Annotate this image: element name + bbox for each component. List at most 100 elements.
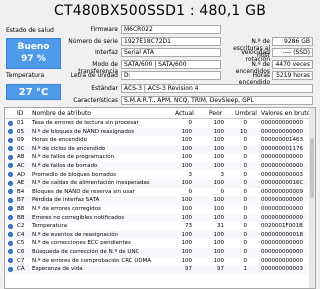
cell-raw-value: 000000000018	[261, 231, 303, 238]
cell-threshold: 10	[240, 128, 247, 135]
firmware-value: M6CR022	[121, 25, 221, 34]
features-label: Características	[73, 97, 118, 104]
table-row[interactable]: BB Errores no corregibles notificados 100 1…	[5, 213, 315, 223]
cell-threshold: 1	[243, 266, 248, 273]
table-row[interactable]: 09 Horas de encendido 100 100 0 000000001463	[5, 136, 315, 145]
cell-current: 100	[181, 128, 193, 135]
cell-raw-value: 000000000000	[261, 205, 303, 212]
cell-threshold: 0	[243, 214, 248, 221]
cell-current: 100	[181, 137, 193, 144]
health-status: Bueno	[17, 42, 50, 52]
serial-label: Número de serie	[68, 38, 118, 45]
cell-current: 100	[181, 214, 193, 221]
table-row[interactable]: C2 Temperatura 73 31 0 0020001F001B	[5, 222, 315, 231]
cell-worst: 100	[213, 197, 225, 204]
table-row[interactable]: C7 N.º de errores de comprobación CRC UDM…	[5, 257, 315, 266]
cell-id: B7	[17, 197, 25, 204]
cell-current: 100	[181, 257, 193, 264]
cell-threshold: 0	[243, 240, 248, 247]
table-row[interactable]: C5 N.º de correcciones ECC pendientes 100 1…	[5, 239, 315, 248]
cell-current: 97	[185, 266, 192, 273]
table-row[interactable]: AB N.º de fallos de programación 100 100 0 00…	[5, 153, 315, 162]
cell-worst: 100	[213, 162, 225, 169]
cell-current: 100	[181, 154, 193, 161]
serial-value: 1927E18C72D1	[121, 37, 221, 46]
cell-attribute-name: Promedio de bloques borrados	[32, 171, 116, 178]
cell-raw-value: 000000000000	[261, 248, 303, 255]
scrollbar-thumb[interactable]	[310, 138, 314, 198]
cell-worst: 97	[217, 266, 224, 273]
table-row[interactable]: C6 Búsqueda de corrección de N.º de UNC 10…	[5, 247, 315, 257]
cell-attribute-name: Bloques de NAND de reserva sin usar	[32, 188, 135, 195]
health-label: Estado de salud	[6, 27, 54, 34]
column-header-worst[interactable]: Peor	[209, 110, 222, 117]
cell-threshold: 0	[243, 137, 248, 144]
cell-current: 100	[181, 162, 193, 169]
cell-current: 100	[181, 197, 193, 204]
cell-id: AB	[17, 154, 25, 161]
column-header-id[interactable]: ID	[17, 110, 23, 117]
health-status-box[interactable]: Bueno 97 %	[6, 38, 61, 69]
cell-attribute-name: Tasa de errores de lectura sin procesar	[32, 120, 139, 126]
status-dot-icon	[8, 137, 13, 143]
cell-threshold: 0	[243, 162, 248, 169]
status-dot-icon	[8, 266, 13, 272]
status-dot-icon	[8, 120, 13, 126]
cell-id: C5	[17, 240, 25, 247]
table-row[interactable]: AC N.º de fallos de borrado 100 100 0 0000000…	[5, 161, 315, 171]
table-row[interactable]: 0C N.º de ciclos de encendido 100 100 0 00000…	[5, 144, 315, 154]
table-row[interactable]: B4 Bloques de NAND de reserva sin usar 0 0 0…	[5, 188, 315, 197]
rotation-value: ---- (SSD)	[272, 48, 313, 57]
cell-raw-value: 000000000003	[261, 266, 303, 273]
table-row[interactable]: AD Promedio de bloques borrados 3 3 0 0000000…	[5, 171, 315, 180]
cell-worst: 100	[213, 137, 225, 144]
cell-threshold: 0	[243, 171, 248, 178]
table-row[interactable]: B8 N.º de errores corregidos 100 100 0 000000…	[5, 205, 315, 214]
column-header-current[interactable]: Actual	[175, 110, 194, 117]
smart-table[interactable]: ID Nombre de atributo Actual Peor Umbral…	[4, 107, 316, 289]
table-row[interactable]: 05 N.º de bloques de NAND reasignados 100 1…	[5, 127, 315, 137]
cell-worst: 100	[213, 240, 225, 247]
column-header-name[interactable]: Nombre de atributo	[32, 110, 91, 117]
cell-raw-value: 000000000000	[261, 128, 303, 135]
table-scrollbar[interactable]	[309, 108, 315, 288]
cell-id: C4	[17, 231, 25, 238]
cell-worst: 100	[213, 214, 225, 221]
table-row[interactable]: AE N.º de caídas de alimentación inespera…	[5, 179, 315, 188]
cell-attribute-name: N.º de fallos de programación	[32, 154, 115, 161]
cell-threshold: 0	[243, 188, 248, 195]
cell-worst: 100	[213, 231, 225, 238]
standard-label: Estándar	[91, 85, 118, 92]
cell-id: 01	[17, 120, 24, 126]
cell-raw-value: 000000000000	[261, 197, 303, 204]
cell-attribute-name: N.º de fallos de borrado	[32, 162, 98, 169]
cell-attribute-name: N.º de caídas de alimentación inesperada…	[32, 180, 150, 187]
table-row[interactable]: CA Esperanza de vida 97 97 1 000000000003	[5, 265, 315, 274]
cell-threshold: 0	[243, 231, 248, 238]
status-dot-icon	[8, 258, 13, 263]
column-header-threshold[interactable]: Umbral	[235, 110, 257, 117]
drive-letter-value: D:	[121, 71, 221, 80]
table-row[interactable]: B7 Pérdida de interfaz SATA 100 100 0 0000000…	[5, 196, 315, 205]
cell-id: 09	[17, 137, 24, 144]
table-row[interactable]: C4 N.º de eventos de reasignación 100 100 0 0…	[5, 230, 315, 240]
cell-current: 0	[188, 188, 193, 195]
cell-threshold: 0	[243, 257, 248, 264]
cell-id: B8	[17, 205, 25, 212]
cell-id: AD	[17, 171, 25, 178]
table-row[interactable]: 01 Tasa de errores de lectura sin procesa…	[5, 119, 315, 128]
cell-worst: 100	[213, 180, 225, 187]
interface-label: Interfaz	[94, 49, 118, 56]
column-header-raw[interactable]: Valores en bruto	[261, 110, 310, 117]
cell-id: AC	[17, 162, 25, 169]
status-dot-icon	[8, 180, 13, 186]
status-dot-icon	[8, 215, 13, 221]
cell-threshold: 0	[243, 197, 248, 204]
cell-raw-value: 000000000000	[261, 154, 303, 161]
cell-raw-value: 000000001176	[261, 145, 303, 152]
status-dot-icon	[8, 172, 13, 178]
temperature-box[interactable]: 27 °C	[6, 84, 61, 100]
status-dot-icon	[8, 163, 13, 169]
cell-attribute-name: Pérdida de interfaz SATA	[32, 197, 100, 204]
cell-worst: 100	[213, 145, 225, 152]
